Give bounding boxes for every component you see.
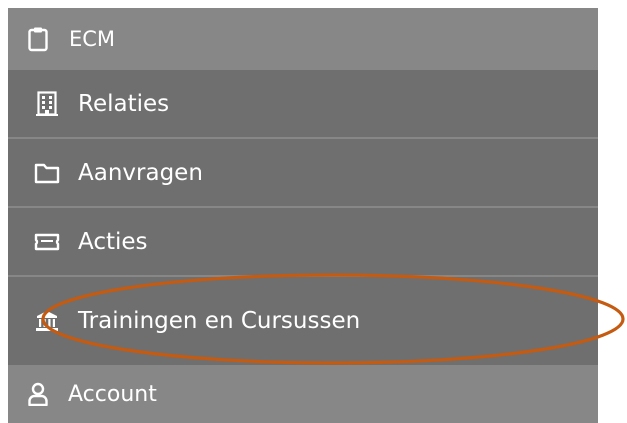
menu-item-aanvragen[interactable]: Aanvragen [8, 139, 598, 207]
menu-item-relaties[interactable]: Relaties [8, 70, 598, 138]
menu-item-acties[interactable]: Acties [8, 208, 598, 276]
sidebar-menu: ECM Relaties Aanvragen Acties Trainingen… [8, 8, 598, 423]
building-icon [33, 90, 61, 118]
menu-item-label: Acties [78, 228, 148, 255]
user-icon [24, 380, 52, 408]
bank-icon [33, 307, 61, 335]
page: ECM Relaties Aanvragen Acties Trainingen… [0, 0, 627, 423]
menu-item-label: Trainingen en Cursussen [78, 308, 361, 334]
ticket-icon [33, 228, 61, 256]
menu-item-label: Aanvragen [78, 159, 203, 186]
clipboard-icon [24, 25, 52, 53]
menu-item-account[interactable]: Account [8, 365, 598, 423]
menu-header-ecm[interactable]: ECM [8, 8, 598, 70]
menu-item-label: Account [68, 381, 157, 407]
folder-icon [33, 159, 61, 187]
menu-header-label: ECM [69, 27, 116, 51]
menu-item-trainingen-en-cursussen[interactable]: Trainingen en Cursussen [8, 277, 598, 365]
menu-item-label: Relaties [78, 90, 170, 117]
